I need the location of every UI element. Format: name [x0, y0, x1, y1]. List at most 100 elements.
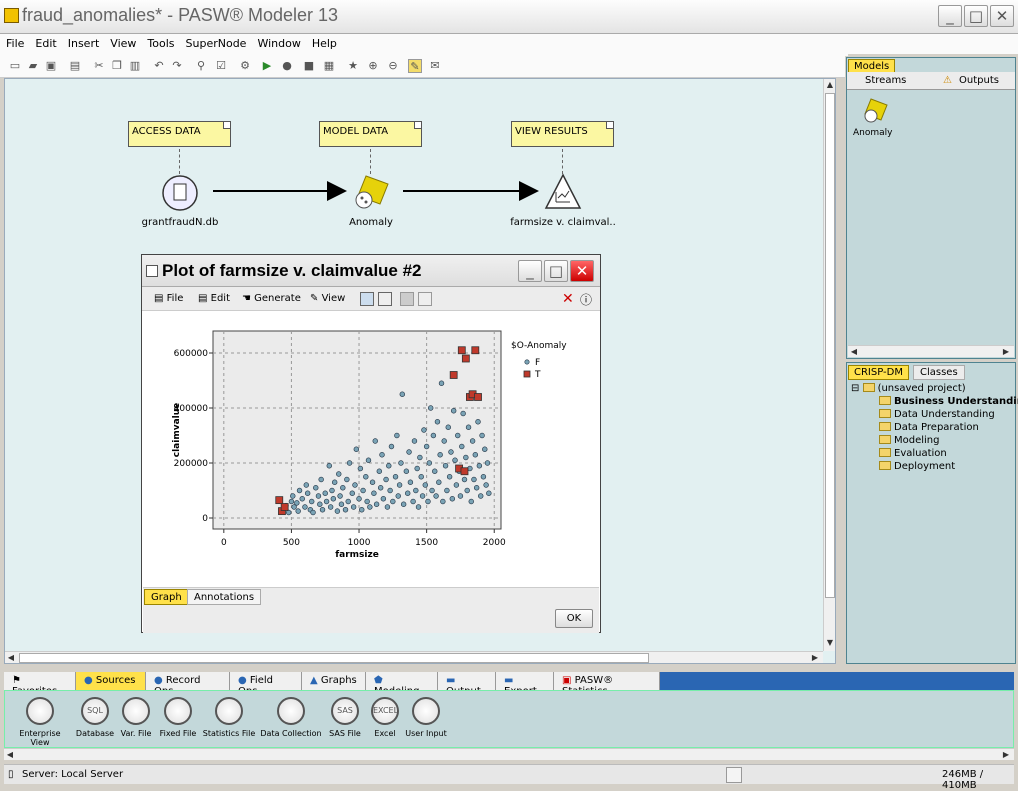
explore-mode-icon[interactable]: [360, 292, 374, 306]
stop-icon[interactable]: ■: [302, 59, 316, 73]
database-node-icon[interactable]: [161, 174, 199, 212]
menu-edit[interactable]: Edit: [29, 34, 61, 50]
annotation-icon[interactable]: ✎: [408, 59, 422, 73]
plot-minimize-button[interactable]: _: [518, 260, 542, 282]
models-hscrollbar[interactable]: ◀ ▶: [848, 345, 1014, 357]
help-icon[interactable]: ⓘ: [580, 291, 592, 308]
script-icon[interactable]: ⚙: [238, 59, 252, 73]
canvas-hscrollbar[interactable]: ◀ ▶: [5, 651, 823, 663]
paste-icon[interactable]: ▥: [128, 59, 142, 73]
save-icon[interactable]: ▣: [44, 59, 58, 73]
tree-root[interactable]: ⊟ (unsaved project): [851, 383, 966, 394]
tab-field-ops[interactable]: ● Field Ops: [230, 672, 302, 697]
tree-item[interactable]: Data Understanding: [879, 409, 995, 420]
zoom-in-icon[interactable]: ⊕: [366, 59, 380, 73]
tab-sources[interactable]: ● Sources: [76, 672, 146, 690]
palette-enterprise-view[interactable]: Enterprise View: [9, 697, 71, 747]
minimize-button[interactable]: _: [938, 5, 962, 27]
tab-classes[interactable]: Classes: [913, 365, 965, 380]
star-icon[interactable]: ★: [346, 59, 360, 73]
scroll-left-icon[interactable]: ◀: [4, 749, 16, 761]
data-point: [421, 427, 427, 433]
menu-help[interactable]: Help: [306, 34, 342, 50]
anomaly-model-icon[interactable]: [350, 174, 390, 214]
scroll-right-icon[interactable]: ▶: [1000, 346, 1012, 358]
menu-supernode[interactable]: SuperNode: [180, 34, 252, 50]
tab-pasw-statistics[interactable]: ▣ PASW® Statistics: [554, 672, 660, 697]
canvas-vscrollbar[interactable]: ▲ ▼: [823, 79, 835, 651]
tree-item[interactable]: Data Preparation: [879, 422, 979, 433]
plot-close-button[interactable]: ✕: [570, 260, 594, 282]
menu-file[interactable]: File: [0, 34, 29, 50]
palette-statistics-file[interactable]: Statistics File: [198, 697, 260, 738]
tab-graphs[interactable]: ▲ Graphs: [302, 672, 366, 690]
favorites-icon: ⚑: [12, 675, 21, 686]
tab-modeling[interactable]: ⬟ Modeling: [366, 672, 438, 697]
properties-icon[interactable]: ☑: [214, 59, 228, 73]
supernode-icon[interactable]: ▦: [322, 59, 336, 73]
tab-favorites[interactable]: ⚑ Favorites: [4, 672, 76, 697]
tab-crisp-dm[interactable]: CRISP-DM: [848, 365, 909, 380]
anomaly-model-icon[interactable]: [859, 98, 889, 124]
tab-export[interactable]: ▬ Export: [496, 672, 554, 697]
undo-icon[interactable]: ↶: [152, 59, 166, 73]
tree-item[interactable]: Deployment: [879, 461, 955, 472]
edit-mode-icon[interactable]: [378, 292, 392, 306]
collapse-icon[interactable]: ⊟: [851, 383, 863, 394]
delete-icon[interactable]: ✕: [562, 291, 574, 307]
palette-user-input[interactable]: User Input: [395, 697, 457, 738]
data-point: [363, 474, 369, 480]
plot-node-icon[interactable]: [543, 172, 583, 212]
region-icon[interactable]: [400, 292, 414, 306]
new-icon[interactable]: ▭: [8, 59, 22, 73]
plot-menu-generate[interactable]: ☚ Generate: [242, 293, 301, 304]
redo-icon[interactable]: ↷: [170, 59, 184, 73]
scroll-right-icon[interactable]: ▶: [1000, 749, 1012, 761]
tab-streams[interactable]: Streams: [865, 75, 906, 86]
tab-output[interactable]: ▬ Output: [438, 672, 496, 697]
plot-menu-view[interactable]: ✎ View: [310, 293, 345, 304]
scroll-up-icon[interactable]: ▲: [824, 79, 835, 91]
cut-icon[interactable]: ✂: [92, 59, 106, 73]
server-status[interactable]: Server: Local Server: [22, 769, 123, 780]
scroll-thumb[interactable]: [825, 93, 835, 598]
zoom-out-icon[interactable]: ⊖: [386, 59, 400, 73]
print-icon[interactable]: ▤: [68, 59, 82, 73]
plot-window[interactable]: Plot of farmsize v. claimvalue #2 _ □ ✕ …: [141, 254, 601, 633]
tree-item[interactable]: Business Understanding: [879, 396, 1018, 407]
plot-title-bar[interactable]: Plot of farmsize v. claimvalue #2 _ □ ✕: [142, 255, 600, 287]
menu-window[interactable]: Window: [251, 34, 305, 50]
data-point: [329, 487, 335, 494]
stop-stream-icon[interactable]: ●: [280, 59, 294, 73]
plot-menu-edit[interactable]: ▤ Edit: [198, 293, 230, 304]
palette-hscrollbar[interactable]: ◀ ▶: [4, 748, 1014, 760]
find-icon[interactable]: ⚲: [194, 59, 208, 73]
scroll-right-icon[interactable]: ▶: [809, 652, 821, 663]
line-icon[interactable]: [418, 292, 432, 306]
comment-icon[interactable]: ✉: [428, 59, 442, 73]
scroll-thumb[interactable]: [19, 653, 649, 663]
tree-item[interactable]: Evaluation: [879, 448, 947, 459]
copy-icon[interactable]: ❐: [110, 59, 124, 73]
palette-data-collection[interactable]: Data Collection: [260, 697, 322, 738]
maximize-button[interactable]: □: [964, 5, 988, 27]
run-icon[interactable]: ▶: [260, 59, 274, 73]
tab-record-ops[interactable]: ● Record Ops: [146, 672, 230, 697]
menu-tools[interactable]: Tools: [141, 34, 179, 50]
status-handle[interactable]: [726, 767, 742, 783]
ok-button[interactable]: OK: [555, 609, 593, 628]
scroll-left-icon[interactable]: ◀: [5, 652, 17, 663]
plot-menu-file[interactable]: ▤ File: [154, 293, 183, 304]
tab-outputs[interactable]: Outputs: [959, 75, 999, 86]
tab-graph[interactable]: Graph: [144, 589, 189, 605]
open-icon[interactable]: ▰: [26, 59, 40, 73]
menu-insert[interactable]: Insert: [62, 34, 105, 50]
plot-maximize-button[interactable]: □: [544, 260, 568, 282]
model-label[interactable]: Anomaly: [853, 128, 892, 138]
scroll-down-icon[interactable]: ▼: [824, 637, 835, 649]
menu-view[interactable]: View: [104, 34, 141, 50]
tree-item[interactable]: Modeling: [879, 435, 940, 446]
scroll-left-icon[interactable]: ◀: [848, 346, 860, 358]
close-button[interactable]: ✕: [990, 5, 1014, 27]
tab-annotations[interactable]: Annotations: [187, 589, 262, 605]
